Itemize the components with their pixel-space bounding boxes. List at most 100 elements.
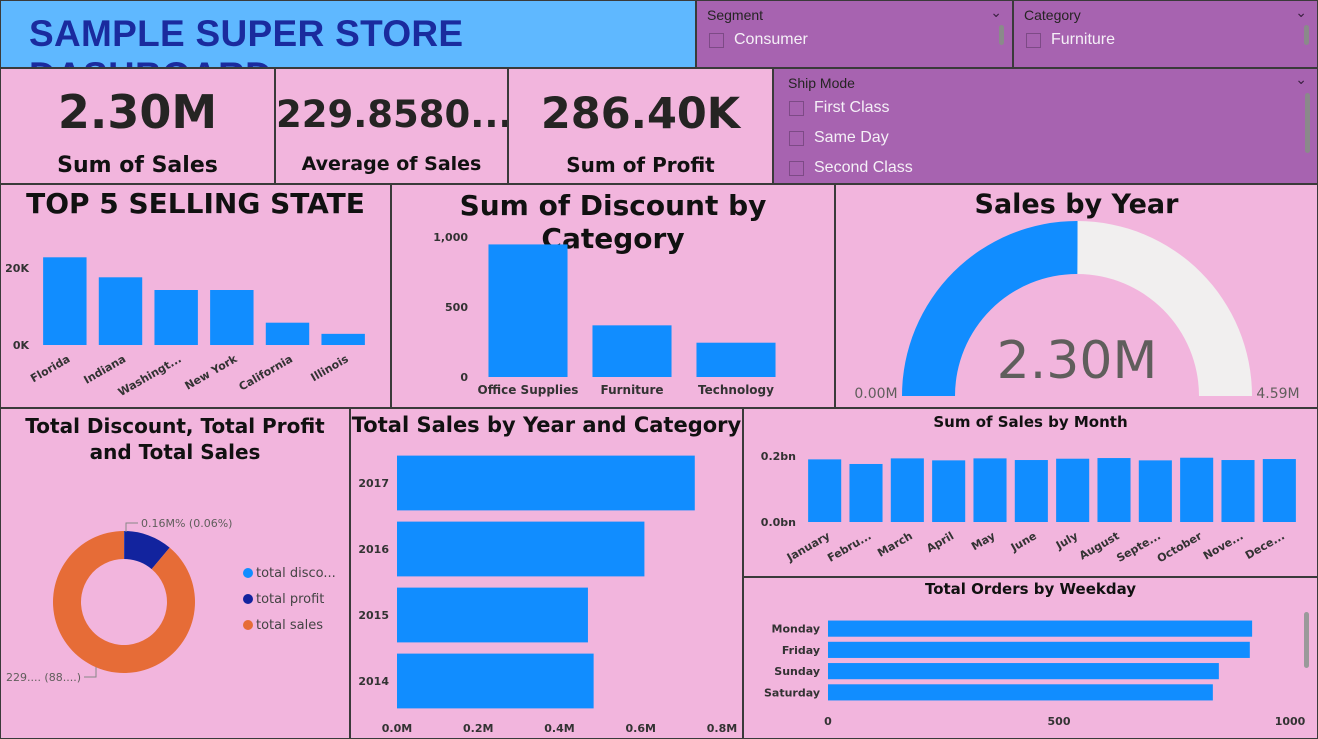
data-label-bottom: 229.... (88....): [6, 671, 81, 684]
segment-slicer[interactable]: Segment ⌄ Consumer: [696, 0, 1013, 68]
x-tick-label: Septe...: [1114, 529, 1163, 565]
x-tick-label: 0.8M: [707, 722, 737, 735]
slicer-option-first-class[interactable]: First Class: [789, 99, 890, 117]
scrollbar[interactable]: [1304, 25, 1309, 45]
kpi-value: 2.30M: [57, 85, 218, 139]
year-category-svg: 0.0M 0.2M 0.4M 0.6M 0.8M 2017 2016 2015 2014: [358, 455, 737, 735]
y-tick-label: 2016: [358, 543, 389, 556]
category-slicer-title: Category: [1024, 7, 1081, 23]
bar: [397, 587, 588, 643]
x-tick-label: April: [924, 529, 956, 555]
bar: [210, 290, 254, 345]
bar: [1097, 458, 1131, 522]
checkbox[interactable]: [709, 32, 724, 48]
y-tick-label: Saturday: [764, 686, 820, 699]
weekday-orders-svg: 0 500 1000 Monday Friday Sunday Saturday: [764, 620, 1306, 728]
checkbox[interactable]: [789, 160, 804, 176]
kpi-average-of-sales: 229.8580... Average of Sales: [275, 68, 508, 184]
bar: [397, 455, 695, 511]
legend-marker: [243, 594, 253, 604]
x-tick-label: Nove...: [1201, 529, 1246, 562]
legend-label: total profit: [256, 592, 324, 607]
x-tick-label: Indiana: [81, 352, 128, 386]
y-tick-label: 0.0bn: [761, 516, 796, 529]
x-tick-label: Febru...: [825, 529, 873, 564]
x-tick-label: 0.4M: [544, 722, 574, 735]
sales-gauge-chart: Sales by Year 2.30M 0.00M 4.59M: [835, 184, 1318, 408]
donut-svg: 0.16M% (0.06%) 229.... (88....) total disc…: [6, 517, 336, 684]
bar: [973, 458, 1007, 522]
slicer-option-same-day[interactable]: Same Day: [789, 129, 889, 147]
month-sales-chart: Sum of Sales by Month 0.0bn 0.2bn January F…: [743, 408, 1318, 577]
x-tick-label: 0.6M: [626, 722, 656, 735]
x-tick-label: Illinois: [309, 352, 351, 384]
y-tick-label: 0.2bn: [761, 450, 796, 463]
kpi-sum-of-profit: 286.40K Sum of Profit: [508, 68, 773, 184]
gauge-max-label: 4.59M: [1256, 386, 1299, 402]
x-tick-label: 0: [824, 715, 832, 728]
segment-slicer-title: Segment: [707, 7, 764, 23]
y-tick-label: 20K: [5, 262, 29, 275]
legend-label: total sales: [256, 618, 323, 633]
bar: [397, 521, 645, 577]
scrollbar[interactable]: [999, 25, 1004, 45]
x-tick-label: New York: [183, 352, 240, 393]
category-slicer[interactable]: Category ⌄ Furniture: [1013, 0, 1318, 68]
scrollbar[interactable]: [1305, 93, 1310, 153]
kpi-sum-of-sales: 2.30M Sum of Sales: [0, 68, 275, 184]
y-tick-label: 500: [445, 301, 468, 314]
bar: [849, 463, 883, 522]
y-tick-label: Friday: [782, 644, 820, 657]
chevron-down-icon[interactable]: ⌄: [1295, 72, 1307, 88]
x-tick-label: Dece...: [1243, 529, 1287, 562]
bar: [397, 653, 594, 709]
slicer-option-second-class[interactable]: Second Class: [789, 159, 913, 177]
month-sales-svg: 0.0bn 0.2bn JanuaryFebru... March April May Ju…: [761, 450, 1296, 565]
x-tick-label: August: [1077, 529, 1121, 562]
legend-label: total disco...: [256, 566, 336, 581]
checkbox[interactable]: [1026, 32, 1041, 48]
donut-chart: Total Discount, Total Profit and Total S…: [0, 408, 350, 739]
chevron-down-icon[interactable]: ⌄: [1295, 5, 1307, 21]
x-tick-label: January: [784, 529, 832, 564]
x-tick-label: October: [1155, 529, 1205, 565]
x-tick-label: 0.0M: [382, 722, 412, 735]
data-label-top: 0.16M% (0.06%): [141, 517, 232, 530]
bar: [321, 333, 365, 345]
x-tick-label: March: [875, 529, 915, 559]
x-tick-label: June: [1008, 529, 1039, 554]
bar: [890, 458, 924, 522]
x-tick-label: Washingt...: [116, 352, 184, 399]
weekday-orders-chart: Total Orders by Weekday 0 500 1000 Monday Fr…: [743, 577, 1318, 739]
y-tick-label: 0K: [13, 339, 30, 352]
x-tick-label: 500: [1048, 715, 1071, 728]
kpi-label: Sum of Sales: [57, 153, 218, 178]
gauge-value-label: 2.30M: [997, 331, 1158, 391]
chevron-down-icon[interactable]: ⌄: [990, 5, 1002, 21]
leader-line: [125, 522, 138, 532]
bar: [828, 684, 1213, 701]
bar: [154, 290, 198, 345]
kpi-label: Average of Sales: [301, 153, 482, 175]
gauge-min-label: 0.00M: [854, 386, 897, 402]
ship-mode-slicer[interactable]: Ship Mode ⌄ First Class Same Day Second …: [773, 68, 1318, 184]
bar: [828, 620, 1253, 637]
slicer-option-consumer[interactable]: Consumer: [709, 31, 808, 49]
y-tick-label: 2017: [358, 477, 389, 490]
bar: [43, 257, 87, 345]
y-tick-label: 0: [460, 371, 468, 384]
bar: [1262, 459, 1296, 522]
top5-state-svg: 0K 20K Florida IndianaWashingt... New YorkCa…: [5, 257, 365, 399]
x-tick-label: May: [969, 529, 997, 553]
x-tick-label: Technology: [698, 383, 774, 397]
y-tick-label: Sunday: [774, 665, 820, 678]
header-banner: SAMPLE SUPER STORE DASHBOARD: [0, 0, 696, 68]
y-tick-label: 2014: [358, 675, 389, 688]
bar: [592, 325, 672, 377]
checkbox[interactable]: [789, 130, 804, 146]
slicer-option-furniture[interactable]: Furniture: [1026, 31, 1115, 49]
bar: [1014, 460, 1048, 522]
bar: [1138, 460, 1172, 522]
scrollbar[interactable]: [1304, 612, 1309, 668]
checkbox[interactable]: [789, 100, 804, 116]
